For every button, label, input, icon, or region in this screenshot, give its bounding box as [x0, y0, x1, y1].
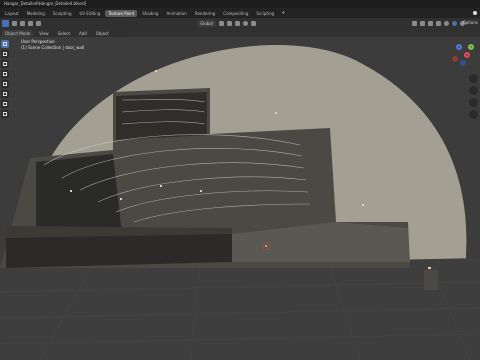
measure-tool[interactable] [1, 110, 9, 118]
window-title: Hangar_Detailed\Hangar_Detailed.blend] [0, 0, 480, 8]
gizmo-z-axis[interactable]: Z [456, 44, 462, 50]
options-dropdown[interactable]: Options [463, 20, 478, 25]
cursor-tool[interactable] [1, 50, 9, 58]
tab-animation[interactable]: Animation [163, 10, 189, 17]
tab-shading[interactable]: Shading [139, 10, 161, 17]
gizmo-toggle-icon[interactable] [420, 21, 426, 26]
object-menu[interactable]: Object [93, 30, 112, 37]
zoom-icon[interactable] [469, 74, 478, 83]
tab-texture-paint[interactable]: Texture Paint [105, 9, 138, 17]
xray-icon[interactable] [436, 21, 442, 26]
scale-icon [3, 82, 7, 86]
tab-sculpting[interactable]: Sculpting [50, 10, 75, 17]
rotate-icon [3, 72, 7, 76]
measure-icon [3, 112, 7, 116]
viewport-header: Global [0, 18, 480, 29]
tab-layout[interactable]: Layout [2, 10, 22, 17]
grid-icon[interactable] [469, 110, 478, 119]
add-menu[interactable]: Add [76, 30, 90, 37]
blender-window: Hangar_Detailed\Hangar_Detailed.blend] L… [0, 0, 480, 360]
tab-compositing[interactable]: Compositing [220, 10, 251, 17]
gizmo-y-axis[interactable]: Y [468, 44, 474, 50]
camera-icon[interactable] [469, 98, 478, 107]
door-openings [6, 234, 232, 268]
workspace-tabs: Layout Modeling Sculpting UV Editing Tex… [0, 8, 480, 18]
view-perspective-label: User Perspective [21, 39, 55, 44]
magnet-icon[interactable] [234, 21, 240, 26]
material-shading-icon[interactable] [452, 21, 458, 26]
cursor-icon [3, 52, 7, 56]
upper-window-frame [116, 92, 207, 140]
scene-icon [473, 11, 477, 15]
tab-rendering[interactable]: Rendering [192, 10, 218, 17]
falloff-icon[interactable] [250, 21, 256, 26]
select-tool[interactable] [1, 40, 9, 48]
add-workspace-button[interactable]: + [279, 10, 287, 16]
gizmo-neg-x[interactable] [452, 56, 458, 62]
select-tool-icon [3, 42, 7, 46]
transform-icon [3, 92, 7, 96]
annotate-tool[interactable] [1, 100, 9, 108]
pan-hand-icon[interactable] [469, 86, 478, 95]
navigation-gizmo[interactable]: X Z Y [448, 40, 476, 68]
scene-selector[interactable] [456, 8, 480, 18]
navigation-controls [469, 74, 478, 119]
view-menu[interactable]: View [36, 30, 52, 37]
snap-icon[interactable] [226, 21, 232, 26]
mode-dropdown[interactable]: Object Mode [2, 29, 34, 37]
side-door [424, 270, 438, 290]
select-menu[interactable]: Select [55, 30, 73, 37]
move-icon [3, 62, 7, 66]
ground-plane [0, 258, 480, 360]
tool-shelf [1, 40, 9, 118]
transform-tool[interactable] [1, 90, 9, 98]
tab-uv-editing[interactable]: UV Editing [77, 10, 104, 17]
gizmo-neg-z[interactable] [460, 60, 466, 66]
gizmo-x-axis[interactable]: X [464, 52, 470, 58]
select-box-icon[interactable] [2, 20, 9, 27]
solid-shading-icon[interactable] [444, 21, 450, 26]
orientation-dropdown[interactable]: Global [197, 20, 216, 27]
move-tool[interactable] [1, 60, 9, 68]
editor-type-icon[interactable] [12, 21, 17, 26]
mode-menu-bar: Object Mode View Select Add Object [0, 29, 480, 37]
overlay-icon[interactable] [428, 21, 434, 26]
new-icon[interactable] [20, 21, 25, 26]
proportional-edit-icon[interactable] [242, 21, 248, 26]
pivot-icon[interactable] [218, 21, 224, 26]
visibility-icon[interactable] [412, 21, 418, 26]
annotate-icon [3, 102, 7, 106]
3d-viewport[interactable] [0, 37, 480, 360]
rotate-tool[interactable] [1, 70, 9, 78]
collection-label: (1) Scene Collection | door_wall [21, 45, 85, 50]
tab-scripting[interactable]: Scripting [253, 10, 277, 17]
subtract-icon[interactable] [36, 21, 41, 26]
scale-tool[interactable] [1, 80, 9, 88]
tab-modeling[interactable]: Modeling [24, 10, 48, 17]
intersect-icon[interactable] [28, 21, 33, 26]
